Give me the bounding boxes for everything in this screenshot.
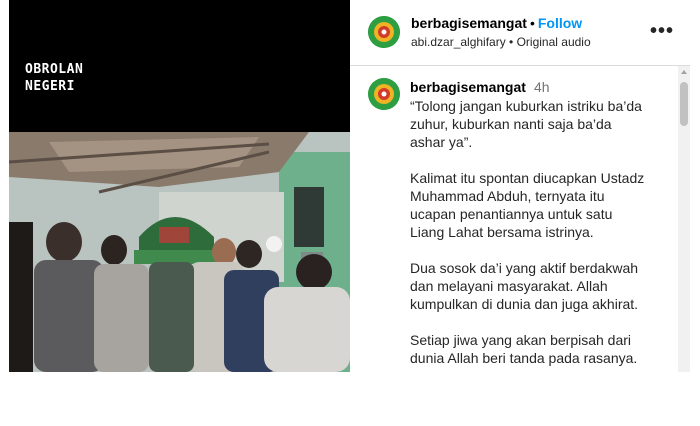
caption-header: berbagisemangat 4h bbox=[410, 79, 550, 96]
caption-paragraph: Dua sosok da’i yang aktif berdakwah dan … bbox=[410, 260, 639, 312]
video-frame bbox=[9, 132, 350, 372]
scroll-up-arrow-icon[interactable] bbox=[681, 70, 687, 74]
caption-timestamp[interactable]: 4h bbox=[534, 79, 550, 95]
post-header: berbagisemangat • Follow abi.dzar_alghifar… bbox=[350, 0, 690, 66]
audio-credit[interactable]: abi.dzar_alghifary • Original audio bbox=[411, 35, 591, 50]
comments-scrollbar[interactable] bbox=[678, 66, 690, 372]
profile-avatar[interactable] bbox=[368, 16, 400, 48]
header-username[interactable]: berbagisemangat bbox=[411, 15, 527, 31]
post-details-panel: berbagisemangat • Follow abi.dzar_alghifar… bbox=[350, 0, 690, 372]
video-watermark: OBROLAN NEGERI bbox=[25, 61, 83, 95]
video-black-band: OBROLAN NEGERI bbox=[9, 0, 350, 132]
header-separator: • bbox=[529, 15, 535, 31]
more-options-icon[interactable]: ••• bbox=[650, 19, 674, 43]
funeral-procession-scene bbox=[9, 132, 350, 372]
watermark-line-2: NEGERI bbox=[25, 79, 75, 94]
caption-username[interactable]: berbagisemangat bbox=[410, 79, 526, 95]
instagram-post: OBROLAN NEGERI berbagisemangat • Follow … bbox=[9, 0, 690, 372]
caption-paragraph: “Tolong jangan kuburkan istriku ba’da zu… bbox=[410, 98, 642, 150]
caption-avatar[interactable] bbox=[368, 78, 400, 110]
avatar-logo-icon bbox=[368, 78, 400, 110]
avatar-logo-icon bbox=[368, 16, 400, 48]
scrollbar-thumb[interactable] bbox=[680, 82, 688, 126]
follow-button[interactable]: Follow bbox=[538, 15, 582, 31]
caption-paragraph: Setiap jiwa yang akan berpisah dari duni… bbox=[410, 332, 638, 366]
caption-paragraph: Kalimat itu spontan diucapkan Ustadz Muh… bbox=[410, 170, 645, 240]
comments-section: berbagisemangat 4h “Tolong jangan kuburka… bbox=[350, 66, 690, 372]
watermark-line-1: OBROLAN bbox=[25, 62, 84, 77]
header-user-line: berbagisemangat • Follow bbox=[411, 15, 582, 32]
caption-text: “Tolong jangan kuburkan istriku ba’da zu… bbox=[410, 97, 645, 372]
post-video[interactable]: OBROLAN NEGERI bbox=[9, 0, 350, 372]
